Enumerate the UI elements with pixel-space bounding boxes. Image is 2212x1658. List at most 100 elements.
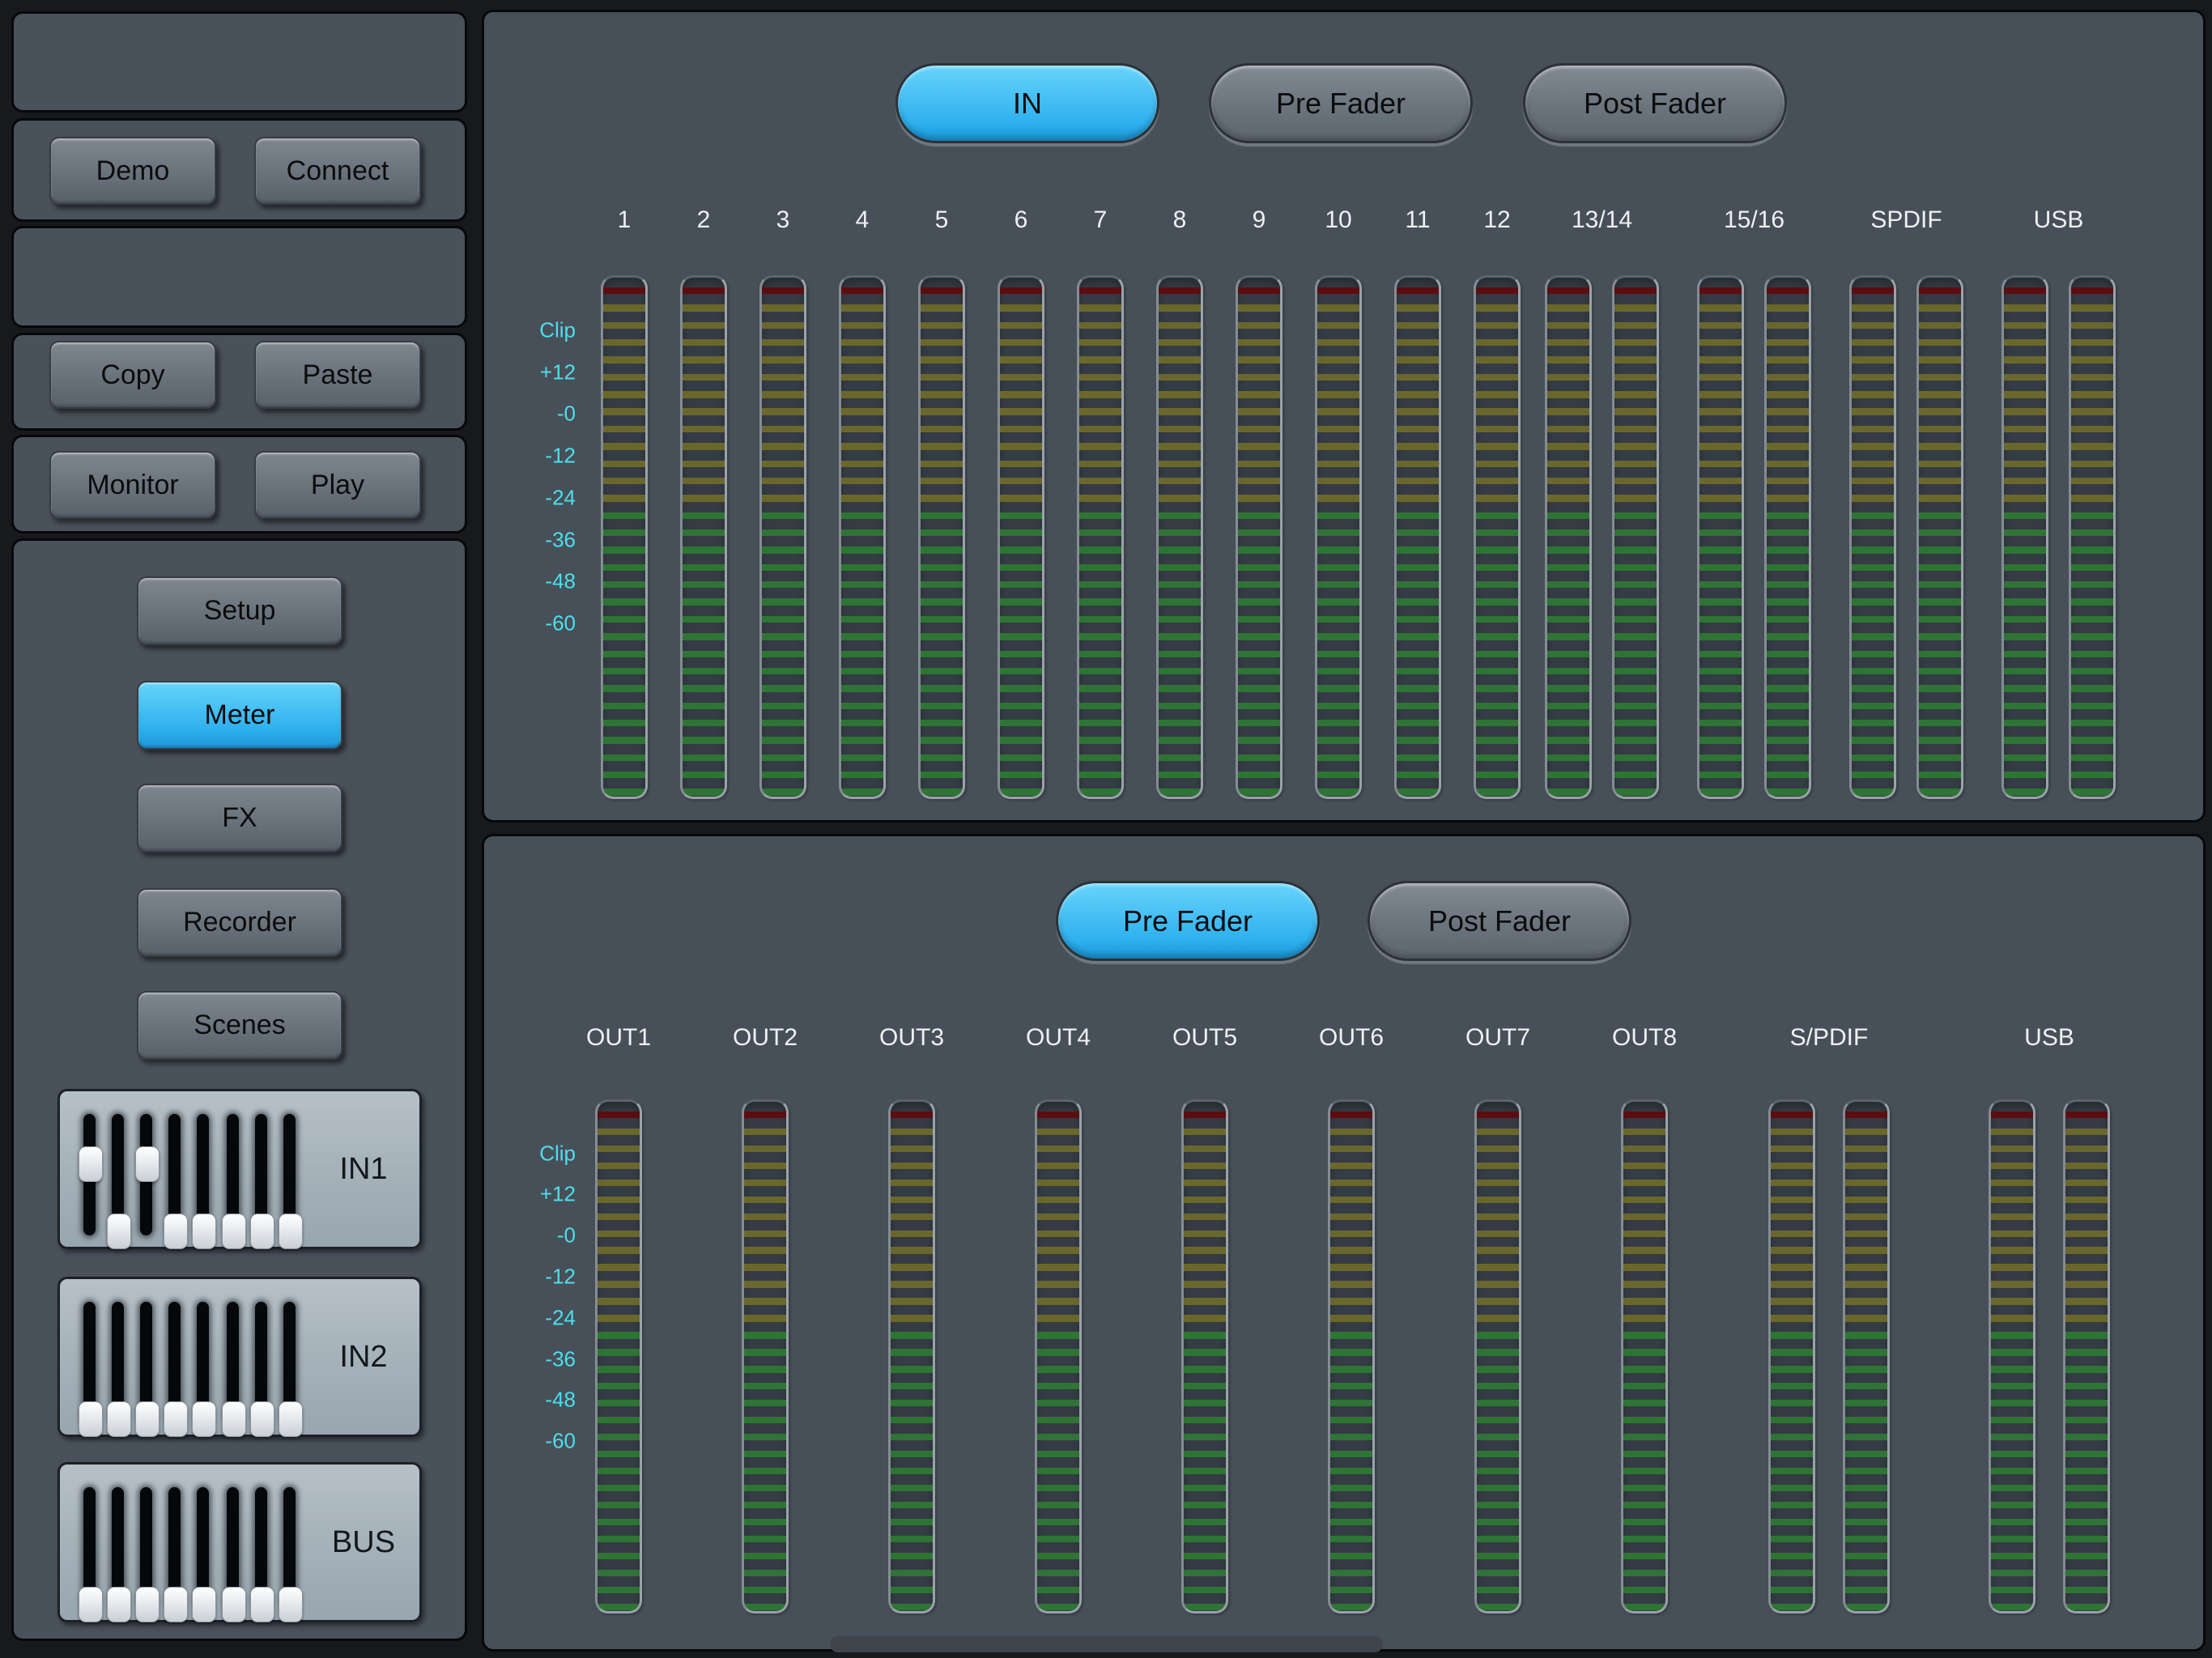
meter-segment — [1037, 1306, 1079, 1323]
meter-segment — [1397, 451, 1439, 468]
meter-segment — [1159, 346, 1201, 363]
paste-button[interactable]: Paste — [254, 341, 421, 409]
meter-segment — [1767, 572, 1809, 589]
meter-segment — [2004, 727, 2046, 744]
meter-segment — [1547, 433, 1589, 450]
meter-segment — [1852, 346, 1894, 363]
nav-button-fx[interactable]: FX — [137, 784, 342, 852]
meter-segment — [1000, 537, 1042, 554]
meter-segment — [841, 451, 883, 468]
meter-segment — [762, 779, 804, 796]
meter-segment — [1000, 658, 1042, 675]
meter-segment — [1184, 1475, 1226, 1492]
meter-segment — [841, 364, 883, 381]
meter-segment — [1330, 1407, 1372, 1424]
nav-button-meter[interactable]: Meter — [137, 681, 342, 750]
meter-segment — [598, 1407, 640, 1424]
play-button[interactable]: Play — [254, 451, 421, 519]
meter-segment — [921, 416, 963, 433]
channel-label: 5 — [935, 206, 949, 234]
meter-segment — [2065, 1187, 2108, 1204]
meter-segment — [1238, 710, 1280, 727]
fader-bank-in1[interactable]: IN1 — [57, 1089, 422, 1249]
meter-segment — [1037, 1594, 1079, 1611]
meter-segment — [921, 520, 963, 537]
meter-segment — [598, 1526, 640, 1543]
meter-segment — [1852, 433, 1894, 450]
meter-segment — [1614, 433, 1657, 450]
meter-segment — [1852, 762, 1894, 779]
meter-segment — [1614, 658, 1657, 675]
level-meter — [742, 1099, 789, 1613]
meter-segment — [1330, 1458, 1372, 1475]
meter-segment — [1397, 364, 1439, 381]
fader-bank-in2[interactable]: IN2 — [57, 1277, 422, 1437]
level-meter — [1621, 1099, 1668, 1613]
meter-segment — [1477, 1153, 1519, 1170]
meter-segment — [1623, 1407, 1665, 1424]
monitor-button[interactable]: Monitor — [49, 451, 216, 519]
meter-segment — [1919, 658, 1961, 675]
meter-segment — [1852, 675, 1894, 692]
meter-segment — [1547, 278, 1589, 295]
meter-segment — [1184, 1102, 1226, 1119]
nav-button-scenes[interactable]: Scenes — [137, 991, 342, 1060]
meter-segment — [921, 623, 963, 640]
meter-segment — [841, 623, 883, 640]
meter-segment — [1317, 364, 1359, 381]
meter-segment — [2065, 1272, 2108, 1289]
mode-button-post-fader[interactable]: Post Fader — [1523, 63, 1787, 143]
meter-segment — [1699, 364, 1742, 381]
meter-segment — [1771, 1475, 1813, 1492]
meter-segment — [1547, 675, 1589, 692]
meter-segment — [1037, 1204, 1079, 1221]
meter-segment — [1000, 485, 1042, 502]
meter-segment — [1079, 520, 1121, 537]
meter-segment — [1477, 1543, 1519, 1560]
meter-segment — [603, 503, 645, 520]
meter-segment — [1330, 1119, 1372, 1136]
meter-segment — [841, 399, 883, 416]
meter-segment — [891, 1102, 933, 1119]
meter-segment — [841, 572, 883, 589]
meter-segment — [1991, 1136, 2033, 1153]
meter-segment — [1991, 1221, 2033, 1238]
meter-segment — [2065, 1306, 2108, 1323]
meter-segment — [1771, 1238, 1813, 1255]
level-meter — [1474, 275, 1521, 799]
copy-button[interactable]: Copy — [49, 341, 216, 409]
meter-segment — [603, 312, 645, 329]
meter-segment — [891, 1543, 933, 1560]
mode-button-post-fader[interactable]: Post Fader — [1368, 881, 1631, 961]
demo-button[interactable]: Demo — [49, 137, 216, 205]
meter-segment — [1919, 555, 1961, 572]
meter-segment — [841, 555, 883, 572]
meter-segment — [1547, 658, 1589, 675]
connect-button[interactable]: Connect — [254, 137, 421, 205]
meter-segment — [1238, 745, 1280, 762]
mode-button-pre-fader[interactable]: Pre Fader — [1056, 881, 1320, 961]
nav-button-setup[interactable]: Setup — [137, 576, 342, 645]
meter-segment — [1476, 433, 1518, 450]
meter-segment — [603, 779, 645, 796]
meter-segment — [598, 1289, 640, 1306]
meter-segment — [1000, 278, 1042, 295]
meter-segment — [1184, 1153, 1226, 1170]
mode-button-pre-fader[interactable]: Pre Fader — [1209, 63, 1473, 143]
meter-segment — [683, 745, 725, 762]
fader-bank-bus[interactable]: BUS — [57, 1462, 422, 1622]
mode-button-in[interactable]: IN — [895, 63, 1159, 143]
level-meter — [2069, 275, 2116, 799]
meter-segment — [1317, 295, 1359, 312]
home-indicator[interactable] — [830, 1636, 1383, 1652]
fader-bank-label: IN2 — [303, 1279, 424, 1435]
nav-button-recorder[interactable]: Recorder — [137, 888, 342, 957]
meter-segment — [1397, 572, 1439, 589]
meter-segment — [1330, 1560, 1372, 1577]
meter-segment — [1477, 1357, 1519, 1374]
meter-segment — [683, 589, 725, 606]
meter-segment — [1852, 295, 1894, 312]
meter-segment — [1614, 451, 1657, 468]
meter-segment — [762, 312, 804, 329]
meter-segment — [1159, 606, 1201, 623]
